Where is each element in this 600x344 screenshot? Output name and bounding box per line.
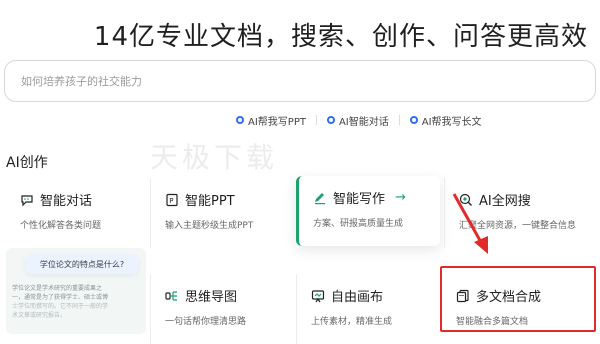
search-box[interactable] xyxy=(4,60,596,102)
card-title: 自由画布 xyxy=(331,290,384,305)
svg-text:P: P xyxy=(169,197,173,205)
annotation-arrow-icon xyxy=(452,193,488,254)
card-desc: 一句话帮你理清思路 xyxy=(165,317,247,327)
card-desc: 上传素材，精准生成 xyxy=(311,317,393,327)
card-smart-chat[interactable]: 智能对话 个性化解答各类问题 xyxy=(6,178,146,248)
quick-link-chat[interactable]: AI智能对话 xyxy=(317,113,399,128)
quick-link-longtext[interactable]: AI帮我写长文 xyxy=(400,113,492,128)
ai-sparkle-icon xyxy=(236,116,244,124)
arrow-right-icon: → xyxy=(395,190,406,205)
card-smart-ppt[interactable]: P 智能PPT 输入主题秒级生成PPT xyxy=(150,178,290,248)
quick-link-label: AI帮我写长文 xyxy=(421,116,482,128)
hero-title: 14亿专业文档，搜索、创作、问答更高效 xyxy=(93,22,588,52)
preview-line: 学位论文是学术研究的重要成果之 xyxy=(12,285,103,292)
card-title: 智能对话 xyxy=(40,194,93,209)
canvas-icon xyxy=(311,289,325,303)
preview-line: 士学位而撰写的。它不同于一般的学 xyxy=(12,303,109,310)
preview-line: 一，通常是为了获得学士、硕士或博 xyxy=(12,294,109,301)
quick-link-label: AI帮我写PPT xyxy=(248,116,306,128)
card-desc: 个性化解答各类问题 xyxy=(20,221,102,231)
card-smart-writing[interactable]: 智能写作 → 方案、研报高质量生成 xyxy=(296,176,440,246)
multi-doc-icon xyxy=(456,289,470,303)
card-desc: 输入主题秒级生成PPT xyxy=(165,221,254,231)
pen-icon xyxy=(313,191,327,205)
card-desc: 智能融合多篇文档 xyxy=(456,317,529,327)
mindmap-icon xyxy=(165,289,179,303)
chat-icon xyxy=(20,193,34,207)
card-multi-doc-merge[interactable]: 多文档合成 智能融合多篇文档 xyxy=(440,266,596,332)
search-input[interactable] xyxy=(19,73,595,89)
quick-links: AI帮我写PPT AI智能对话 AI帮我写长文 xyxy=(226,112,492,128)
preview-question: 学位论文的特点是什么? xyxy=(26,254,138,274)
card-title: 智能PPT xyxy=(185,194,235,209)
card-title: 智能写作 xyxy=(333,192,386,207)
quick-link-ppt[interactable]: AI帮我写PPT xyxy=(226,113,316,128)
ai-sparkle-icon xyxy=(326,116,335,124)
preview-line: 术文章或研究报告。 xyxy=(12,312,67,319)
card-desc: 方案、研报高质量生成 xyxy=(313,219,404,229)
preview-text: 学位论文是学术研究的重要成果之 一，通常是为了获得学士、硕士或博 士学位而撰写的… xyxy=(12,284,132,320)
card-title: 多文档合成 xyxy=(476,290,542,305)
quick-link-label: AI智能对话 xyxy=(338,116,389,128)
card-title: 思维导图 xyxy=(185,290,238,305)
section-title: AI创作 xyxy=(6,155,48,171)
ppt-icon: P xyxy=(165,193,179,207)
watermark: 天极下载 xyxy=(150,141,279,174)
ai-sparkle-icon xyxy=(409,116,418,124)
